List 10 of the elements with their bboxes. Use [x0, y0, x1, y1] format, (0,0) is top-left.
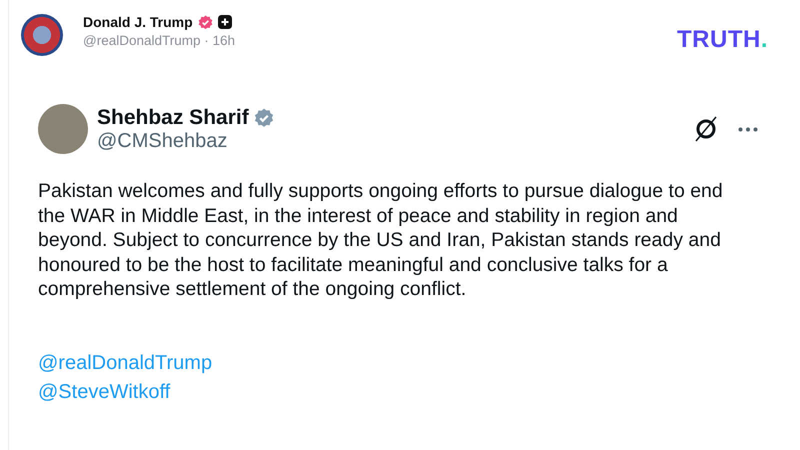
post-text: Pakistan welcomes and fully supports ongoing efforts to pursue dialogue to end the WAR in Middle East, in the interest of peace and stability in region and beyond. Subject to concurrence by the US and Iran, Pakistan stands ready and honoured to be the host to facilitate meaningful and conclusive talks for a comprehensive settlement of the ongoing conflict. [38, 179, 724, 302]
plus-badge-icon [218, 15, 232, 29]
author-name[interactable]: Shehbaz Sharif [97, 106, 249, 130]
author-name[interactable]: Donald J. Trump [83, 14, 193, 30]
avatar-picture [21, 14, 63, 56]
author-handle: @CMShehbaz [97, 130, 228, 152]
author-handle-and-time: @realDonaldTrump · 16h [83, 33, 236, 48]
more-options-icon[interactable] [738, 126, 758, 132]
truth-logo: TRUTH. [677, 26, 768, 54]
avatar-picture [38, 104, 88, 154]
